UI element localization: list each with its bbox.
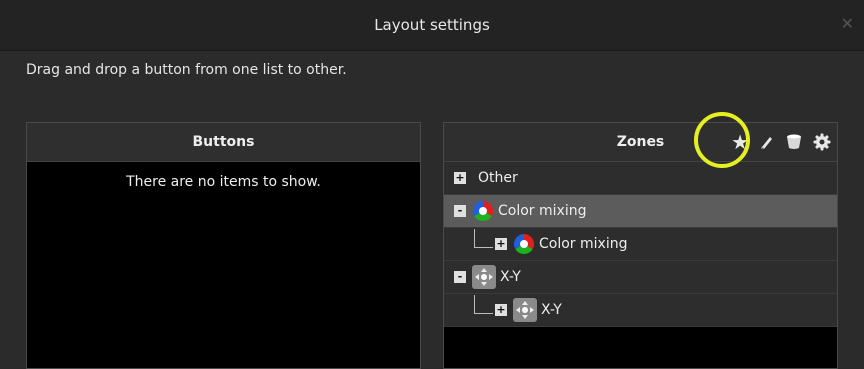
window-titlebar: Layout settings ✕ [0, 0, 864, 51]
collapse-icon[interactable]: - [454, 205, 466, 217]
expand-icon[interactable]: + [454, 172, 466, 184]
rgb-icon [473, 201, 493, 221]
zones-tree: + Other - Color mixing + Color mixing - … [444, 162, 837, 327]
highlight-circle [694, 112, 750, 168]
gear-icon[interactable] [813, 133, 831, 151]
rgb-icon [514, 234, 534, 254]
pencil-icon[interactable] [759, 134, 775, 150]
buttons-panel-header: Buttons [27, 123, 420, 162]
expand-icon[interactable]: + [495, 304, 507, 316]
tree-item-label: X-Y [500, 269, 521, 285]
bucket-icon[interactable] [785, 134, 803, 150]
tree-item-label: Other [478, 170, 518, 186]
tree-item-xy[interactable]: - X-Y [444, 261, 837, 294]
instruction-text: Drag and drop a button from one list to … [26, 62, 347, 78]
xy-icon [472, 265, 496, 289]
tree-item-label: X-Y [541, 302, 562, 318]
zones-panel-header: Zones ★ [444, 123, 837, 162]
zones-panel-title: Zones [616, 134, 665, 150]
buttons-panel: Buttons There are no items to show. [26, 122, 421, 369]
window-title: Layout settings [374, 16, 490, 34]
tree-item-other[interactable]: + Other [444, 162, 837, 195]
tree-item-color-mixing-child[interactable]: + Color mixing [444, 228, 837, 261]
tree-connector [474, 228, 493, 248]
tree-connector [474, 294, 493, 314]
xy-icon [513, 298, 537, 322]
tree-item-label: Color mixing [539, 236, 628, 252]
buttons-panel-title: Buttons [192, 134, 255, 150]
zones-panel: Zones ★ + Other - Color mixing + Color m… [443, 122, 838, 369]
empty-message: There are no items to show. [126, 174, 321, 190]
close-icon[interactable]: ✕ [841, 14, 854, 33]
tree-item-xy-child[interactable]: + X-Y [444, 294, 837, 327]
collapse-icon[interactable]: - [454, 271, 466, 283]
expand-icon[interactable]: + [495, 238, 507, 250]
tree-item-label: Color mixing [498, 203, 587, 219]
tree-item-color-mixing[interactable]: - Color mixing [444, 195, 837, 228]
